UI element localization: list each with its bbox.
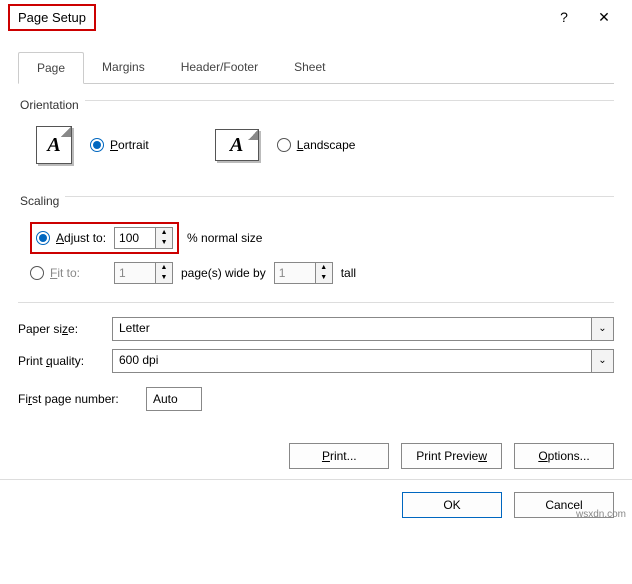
tab-margins[interactable]: Margins [84, 52, 163, 83]
paper-size-value: Letter [113, 318, 591, 340]
landscape-radio-label: Landscape [297, 138, 356, 152]
radio-dot-icon [277, 138, 291, 152]
portrait-radio-label: Portrait [110, 138, 149, 152]
tab-page[interactable]: Page [18, 52, 84, 84]
spin-down-icon[interactable]: ▼ [156, 273, 172, 283]
paper-size-combo[interactable]: Letter ⌄ [112, 317, 614, 341]
adjust-to-spinner[interactable]: ▲▼ [114, 227, 173, 249]
fit-wide-input[interactable] [114, 262, 156, 284]
paper-size-label: Paper size: [18, 322, 104, 336]
orientation-group-label: Orientation [20, 98, 79, 112]
orientation-row: A Portrait A Landscape [18, 116, 614, 170]
adjust-to-input[interactable] [114, 227, 156, 249]
radio-dot-icon [30, 266, 44, 280]
fit-tall-spinner[interactable]: ▲▼ [274, 262, 333, 284]
radio-dot-icon [36, 231, 50, 245]
adjust-to-highlight: Adjust to: ▲▼ [30, 222, 179, 254]
help-button[interactable]: ? [544, 0, 584, 34]
spin-up-icon[interactable]: ▲ [316, 263, 332, 273]
close-button[interactable]: ✕ [584, 0, 624, 34]
dialog-footer: OK Cancel [0, 479, 632, 530]
print-quality-label: Print quality: [18, 354, 104, 368]
spin-up-icon[interactable]: ▲ [156, 263, 172, 273]
fit-wide-spinner[interactable]: ▲▼ [114, 262, 173, 284]
fit-to-label: Fit to: [50, 266, 80, 280]
portrait-page-icon: A [36, 126, 72, 164]
options-button[interactable]: Options... [514, 443, 614, 469]
fit-to-radio[interactable]: Fit to: [30, 266, 106, 280]
chevron-down-icon: ⌄ [591, 350, 613, 372]
tab-header-footer[interactable]: Header/Footer [163, 52, 276, 83]
adjust-to-radio[interactable]: Adjust to: [36, 231, 106, 245]
adjust-to-suffix: % normal size [187, 231, 262, 245]
fit-tall-suffix: tall [341, 266, 356, 280]
print-quality-value: 600 dpi [113, 350, 591, 372]
spin-down-icon[interactable]: ▼ [156, 238, 172, 248]
scaling-group-label: Scaling [20, 194, 59, 208]
fit-tall-input[interactable] [274, 262, 316, 284]
spin-down-icon[interactable]: ▼ [316, 273, 332, 283]
ok-button[interactable]: OK [402, 492, 502, 518]
radio-dot-icon [90, 138, 104, 152]
print-button[interactable]: Print... [289, 443, 389, 469]
tab-strip: Page Margins Header/Footer Sheet [18, 52, 614, 84]
fit-mid-label: page(s) wide by [181, 266, 266, 280]
landscape-radio[interactable]: Landscape [277, 138, 356, 152]
print-preview-button[interactable]: Print Preview [401, 443, 502, 469]
adjust-to-label: Adjust to: [56, 231, 106, 245]
dialog-title: Page Setup [8, 4, 96, 31]
watermark: wsxdn.com [576, 509, 626, 520]
titlebar: Page Setup ? ✕ [0, 0, 632, 34]
landscape-page-icon: A [215, 129, 259, 161]
chevron-down-icon: ⌄ [591, 318, 613, 340]
portrait-radio[interactable]: Portrait [90, 138, 149, 152]
first-page-label: First page number: [18, 392, 138, 406]
print-quality-combo[interactable]: 600 dpi ⌄ [112, 349, 614, 373]
first-page-input[interactable] [146, 387, 202, 411]
tab-sheet[interactable]: Sheet [276, 52, 343, 83]
spin-up-icon[interactable]: ▲ [156, 228, 172, 238]
